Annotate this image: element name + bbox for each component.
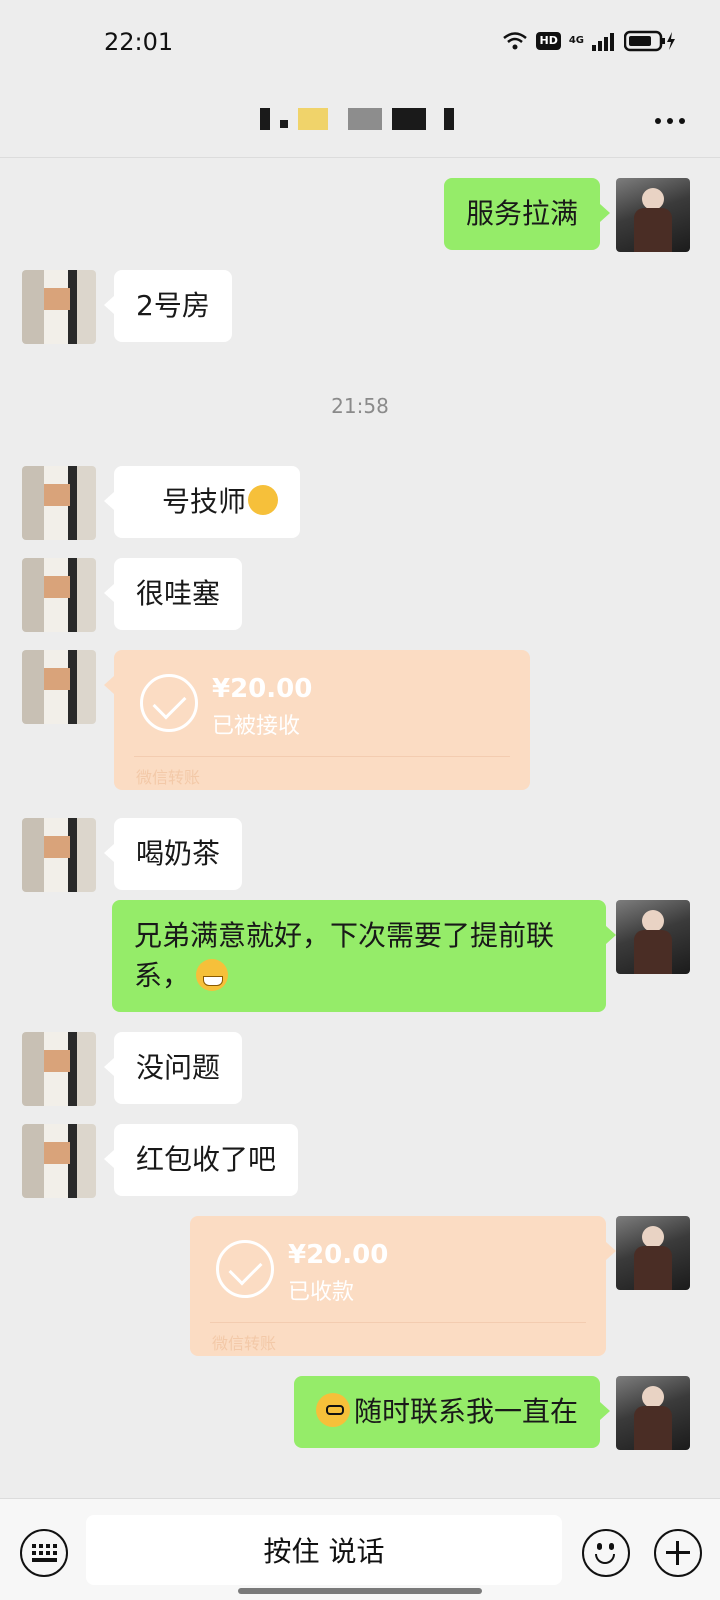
message-bubble-incoming[interactable]: 红包收了吧: [103, 1124, 299, 1196]
message-text: 很哇塞: [136, 577, 221, 610]
message-bubble-incoming[interactable]: 号技师: [103, 466, 301, 538]
chat-history[interactable]: 服务拉满 2号房 21:58 号技师 很哇塞 ¥20.00 已被接收 微信转账 …: [0, 158, 720, 1498]
message-bubble-outgoing[interactable]: 兄弟满意就好，下次需要了提前联系，: [112, 900, 616, 1012]
message-text: 没问题: [136, 1051, 221, 1084]
network-badge: 4G: [568, 35, 584, 46]
more-functions-button[interactable]: [654, 1529, 702, 1577]
time-divider: 21:58: [331, 394, 389, 418]
my-avatar[interactable]: [616, 1376, 690, 1450]
message-text: 喝奶茶: [136, 837, 221, 870]
check-circle-icon: [140, 674, 198, 732]
thumbs-up-icon: [248, 485, 279, 515]
message-bubble-incoming[interactable]: 喝奶茶: [103, 818, 243, 890]
input-bar: 按住 说话: [0, 1498, 720, 1600]
message-bubble-incoming[interactable]: 没问题: [103, 1032, 243, 1104]
contact-avatar[interactable]: [22, 1124, 96, 1198]
message-bubble-incoming[interactable]: 2号房: [104, 270, 232, 342]
more-options-button[interactable]: [648, 106, 692, 136]
signal-icon: [592, 33, 614, 51]
wifi-icon: [503, 32, 528, 50]
message-bubble-incoming[interactable]: 很哇塞: [103, 558, 243, 630]
plus-icon: [666, 1541, 690, 1565]
contact-avatar[interactable]: [22, 270, 96, 344]
grinning-face-icon: [196, 959, 229, 991]
message-text: 号技师: [162, 485, 247, 518]
status-time: 22:01: [104, 28, 174, 56]
contact-avatar[interactable]: [22, 818, 96, 892]
my-avatar[interactable]: [616, 900, 690, 974]
home-indicator[interactable]: [238, 1588, 482, 1594]
transfer-card-incoming[interactable]: ¥20.00 已被接收 微信转账: [104, 650, 530, 790]
keyboard-toggle-button[interactable]: [20, 1529, 68, 1577]
contact-avatar[interactable]: [22, 1032, 96, 1106]
transfer-amount: ¥20.00: [288, 1240, 389, 1270]
hd-badge: HD: [536, 32, 561, 50]
contact-avatar[interactable]: [22, 558, 96, 632]
keyboard-icon: [31, 1544, 57, 1562]
transfer-amount: ¥20.00: [212, 674, 313, 704]
status-bar: 22:01 HD 4G: [0, 0, 720, 84]
emoji-button[interactable]: [582, 1529, 630, 1577]
my-avatar[interactable]: [616, 1216, 690, 1290]
message-bubble-outgoing[interactable]: 服务拉满: [443, 178, 611, 250]
transfer-status: 已被接收: [212, 714, 301, 739]
transfer-divider: [134, 756, 510, 757]
chat-title-obscured: [260, 108, 454, 130]
transfer-status: 已收款: [288, 1280, 355, 1305]
thinking-face-icon: [315, 1393, 350, 1427]
transfer-divider: [210, 1322, 586, 1323]
status-icons: HD 4G: [502, 30, 676, 52]
message-text: 服务拉满: [465, 197, 578, 230]
contact-avatar[interactable]: [22, 650, 96, 724]
hold-to-talk-button[interactable]: 按住 说话: [86, 1515, 562, 1585]
message-text: 红包收了吧: [136, 1143, 277, 1176]
smiley-icon: [584, 1531, 628, 1575]
message-text: 随时联系我一直在: [353, 1395, 578, 1428]
nav-bar: [0, 84, 720, 158]
my-avatar[interactable]: [616, 178, 690, 252]
message-bubble-outgoing[interactable]: 随时联系我一直在: [293, 1376, 611, 1448]
transfer-card-outgoing[interactable]: ¥20.00 已收款 微信转账: [190, 1216, 616, 1356]
battery-icon: [624, 30, 675, 52]
check-circle-icon: [216, 1240, 274, 1298]
message-text: 2号房: [136, 289, 210, 322]
transfer-footer: 微信转账: [212, 1334, 277, 1353]
contact-avatar[interactable]: [22, 466, 96, 540]
transfer-footer: 微信转账: [136, 768, 201, 787]
